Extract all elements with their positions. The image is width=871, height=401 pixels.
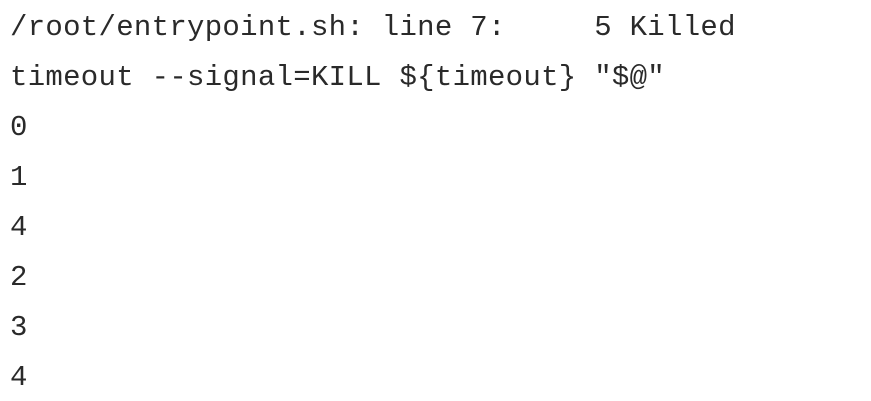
terminal-line: 3 xyxy=(10,311,28,344)
terminal-line: 4 xyxy=(10,211,28,244)
terminal-line: 0 xyxy=(10,111,28,144)
terminal-line: 4 xyxy=(10,361,28,394)
terminal-line: 2 xyxy=(10,261,28,294)
terminal-output: /root/entrypoint.sh: line 7: 5 Killed ti… xyxy=(0,0,871,401)
terminal-line: 1 xyxy=(10,161,28,194)
terminal-line: timeout --signal=KILL ${timeout} "$@" xyxy=(10,61,666,94)
terminal-line: /root/entrypoint.sh: line 7: 5 Killed xyxy=(10,11,736,44)
